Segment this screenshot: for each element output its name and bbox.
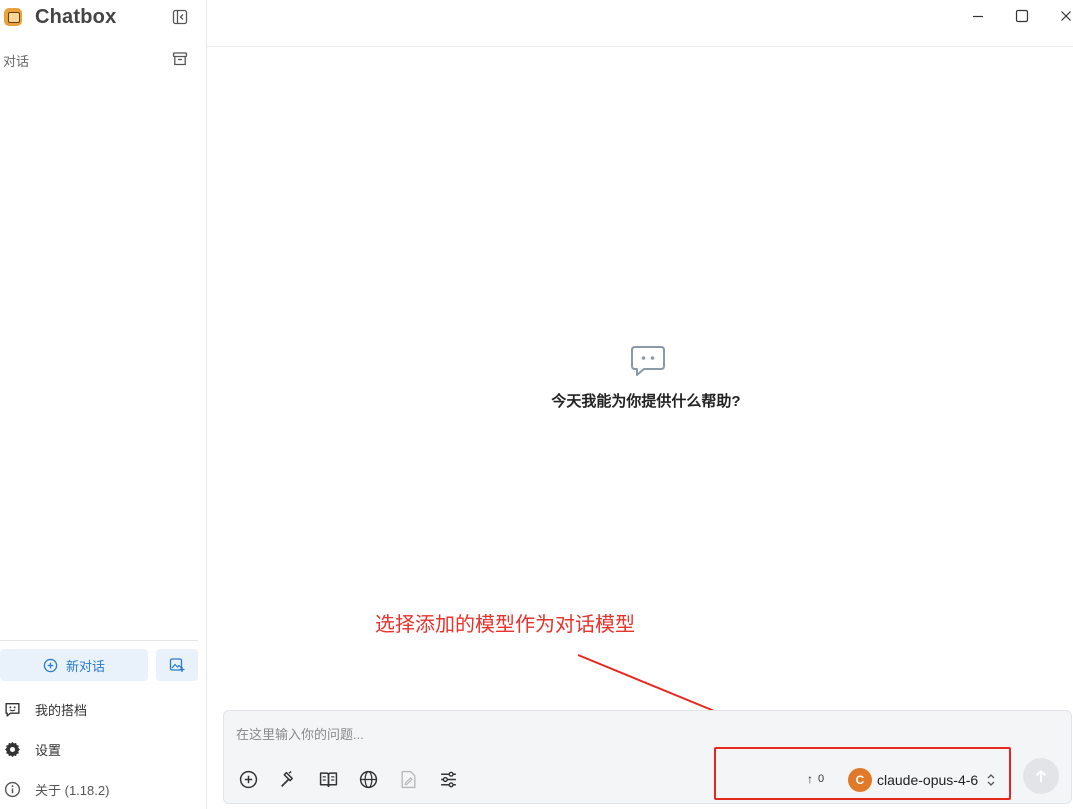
token-count-value: 0 [818, 773, 825, 785]
plus-circle-icon [43, 658, 58, 672]
sidebar-item-about[interactable]: 关于 (1.18.2) [4, 778, 109, 800]
new-image-chat-button[interactable] [156, 649, 198, 681]
document-edit-icon[interactable] [397, 768, 419, 790]
arrow-up-icon [1035, 769, 1047, 782]
model-avatar: C [848, 768, 872, 792]
sidebar-collapse-icon[interactable] [172, 9, 188, 25]
model-selector[interactable]: C claude-opus-4-6 [848, 768, 996, 792]
chatbox-logo-icon [4, 8, 22, 26]
arrow-up-icon: ↑ [807, 772, 813, 786]
chat-bubble-icon [630, 345, 666, 377]
sidebar-item-label: 关于 (1.18.2) [35, 782, 110, 798]
chevron-up-down-icon [987, 774, 995, 786]
globe-icon[interactable] [357, 768, 379, 790]
token-count: ↑ 0 [807, 772, 824, 786]
message-input[interactable] [236, 723, 936, 745]
sidebar-item-settings[interactable]: 设置 [4, 738, 61, 760]
brand: Chatbox [4, 6, 116, 28]
sidebar-item-label: 我的搭档 [35, 702, 88, 718]
composer: ↑ 0 C claude-opus-4-6 [223, 710, 1072, 804]
sidebar-divider [0, 640, 198, 641]
sliders-icon[interactable] [437, 768, 459, 790]
maximize-icon[interactable] [1012, 6, 1032, 26]
sidebar-item-label: 设置 [35, 742, 62, 758]
info-icon [4, 781, 21, 797]
archive-icon[interactable] [172, 51, 188, 67]
new-chat-label: 新对话 [65, 658, 105, 674]
annotation-text: 选择添加的模型作为对话模型 [375, 614, 635, 636]
model-name: claude-opus-4-6 [877, 772, 979, 788]
book-icon[interactable] [317, 768, 339, 790]
conversations-label: 对话 [3, 54, 30, 69]
empty-state-title: 今天我能为你提供什么帮助? [551, 393, 741, 410]
attach-plus-icon[interactable] [237, 768, 259, 790]
sidebar-item-partners[interactable]: 我的搭档 [4, 698, 87, 720]
gear-icon [5, 741, 20, 757]
send-button[interactable] [1023, 758, 1059, 794]
new-chat-button[interactable]: 新对话 [0, 649, 148, 681]
header-divider [207, 46, 1073, 47]
image-plus-icon [169, 658, 185, 672]
hammer-icon[interactable] [277, 768, 299, 790]
close-icon[interactable] [1056, 6, 1073, 26]
sidebar: Chatbox 对话 新对话 我的搭档 设置 关于 (1.18.2) [0, 0, 207, 809]
chat-smile-icon [5, 702, 20, 717]
minimize-icon[interactable] [968, 6, 988, 26]
app-title: Chatbox [35, 5, 117, 28]
